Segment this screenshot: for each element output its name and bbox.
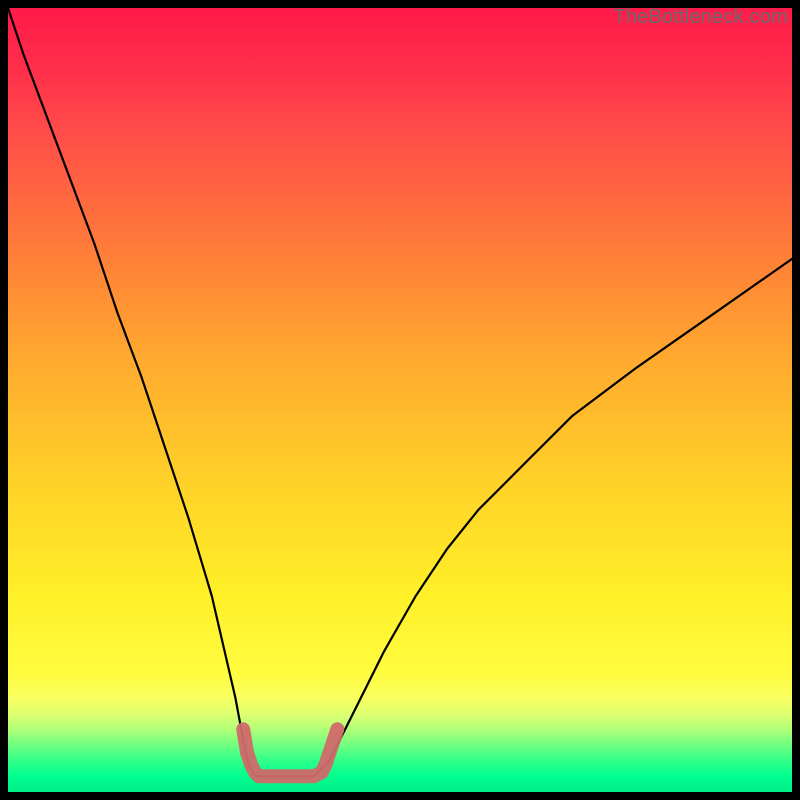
plot-area bbox=[8, 8, 792, 792]
valley-highlight bbox=[243, 729, 337, 776]
bottleneck-curve bbox=[8, 8, 792, 776]
curve-layer bbox=[8, 8, 792, 792]
chart-frame: TheBottleneck.com bbox=[0, 0, 800, 800]
watermark-text: TheBottleneck.com bbox=[613, 6, 788, 29]
